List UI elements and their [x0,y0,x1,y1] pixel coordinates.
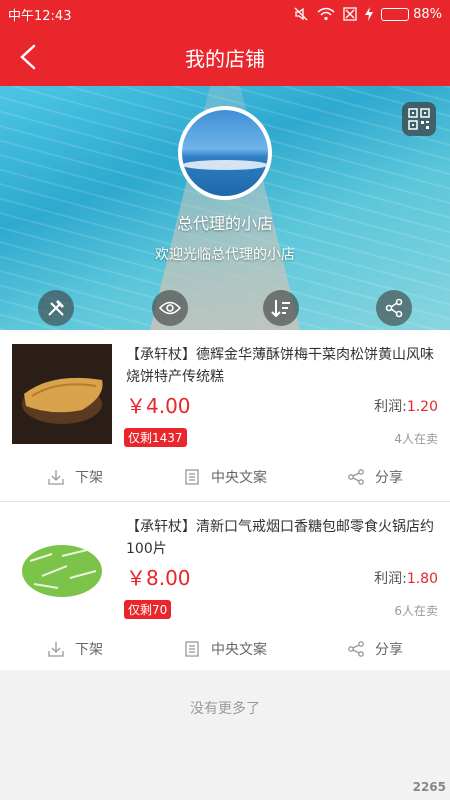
battery-indicator: 88% [381,7,442,22]
qr-code-icon [408,108,430,130]
share-product-button[interactable]: 分享 [300,455,450,499]
status-time: 中午12:43 [8,8,72,24]
stock-badge: 仅剩1437 [124,428,187,447]
download-icon [48,642,64,657]
profit-label: 利润: [374,571,407,587]
preview-button[interactable] [152,290,188,326]
tools-button[interactable] [38,290,74,326]
product-actions: 下架 中央文案 分享 [0,627,450,671]
wifi-icon [317,7,335,21]
eye-icon [159,301,181,315]
share-label: 分享 [375,470,403,486]
product-price: ￥8.00 [126,566,191,590]
share-product-button[interactable]: 分享 [300,627,450,671]
product-card[interactable]: 【承轩杖】清新口气戒烟口香糖包邮零食火锅店约100片 ￥8.00 利润:1.80… [0,502,450,670]
back-arrow-icon[interactable] [8,36,50,78]
profit-label: 利润: [374,399,407,415]
copy-text-button[interactable]: 中央文案 [150,455,300,499]
shop-welcome-text: 欢迎光临总代理的小店 [155,247,295,263]
product-actions: 下架 中央文案 分享 [0,455,450,499]
copy-text-label: 中央文案 [211,470,267,486]
download-icon [48,470,64,485]
qr-code-button[interactable] [402,102,436,136]
share-label: 分享 [375,642,403,658]
share-shop-button[interactable] [376,290,412,326]
no-more-text: 没有更多了 [190,701,260,717]
share-icon [348,641,364,657]
sellers-count: 6人在卖 [394,604,438,618]
stock-badge: 仅剩70 [124,600,172,619]
product-profit: 利润:1.80 [374,568,438,588]
copy-text-label: 中央文案 [211,642,267,658]
product-card[interactable]: 【承轩杖】德辉金华薄酥饼梅干菜肉松饼黄山风味烧饼特产传统糕 ￥4.00 利润:1… [0,330,450,501]
product-title[interactable]: 【承轩杖】清新口气戒烟口香糖包邮零食火锅店约100片 [126,516,442,560]
status-bar: 中午12:43 88% [0,0,450,28]
share-icon [385,298,403,318]
mute-icon [294,7,308,21]
delist-button[interactable]: 下架 [0,627,150,671]
profit-value: 1.20 [406,399,438,415]
shop-avatar[interactable] [178,106,272,200]
product-title[interactable]: 【承轩杖】德辉金华薄酥饼梅干菜肉松饼黄山风味烧饼特产传统糕 [126,344,442,388]
profit-value: 1.80 [406,571,438,587]
share-icon [348,469,364,485]
sellers-count: 4人在卖 [394,432,438,446]
delist-label: 下架 [75,642,103,658]
charging-icon [365,7,374,21]
watermark-logo: 2265 [412,780,446,794]
product-image-gum[interactable] [12,516,112,616]
shop-banner: 总代理的小店 欢迎光临总代理的小店 [0,86,450,330]
page-title: 我的店铺 [185,46,265,71]
product-image-pastry[interactable] [12,344,112,444]
sort-button[interactable] [263,290,299,326]
product-profit: 利润:1.20 [374,396,438,416]
nav-bar: 我的店铺 [0,28,450,86]
document-icon [185,469,199,485]
shop-name: 总代理的小店 [176,214,273,233]
delist-label: 下架 [75,470,103,486]
document-icon [185,641,199,657]
sort-icon [271,300,290,318]
no-sim-icon [343,7,357,21]
tools-icon [48,300,64,316]
delist-button[interactable]: 下架 [0,455,150,499]
product-price: ￥4.00 [126,394,191,418]
battery-percent: 88% [413,6,442,22]
copy-text-button[interactable]: 中央文案 [150,627,300,671]
